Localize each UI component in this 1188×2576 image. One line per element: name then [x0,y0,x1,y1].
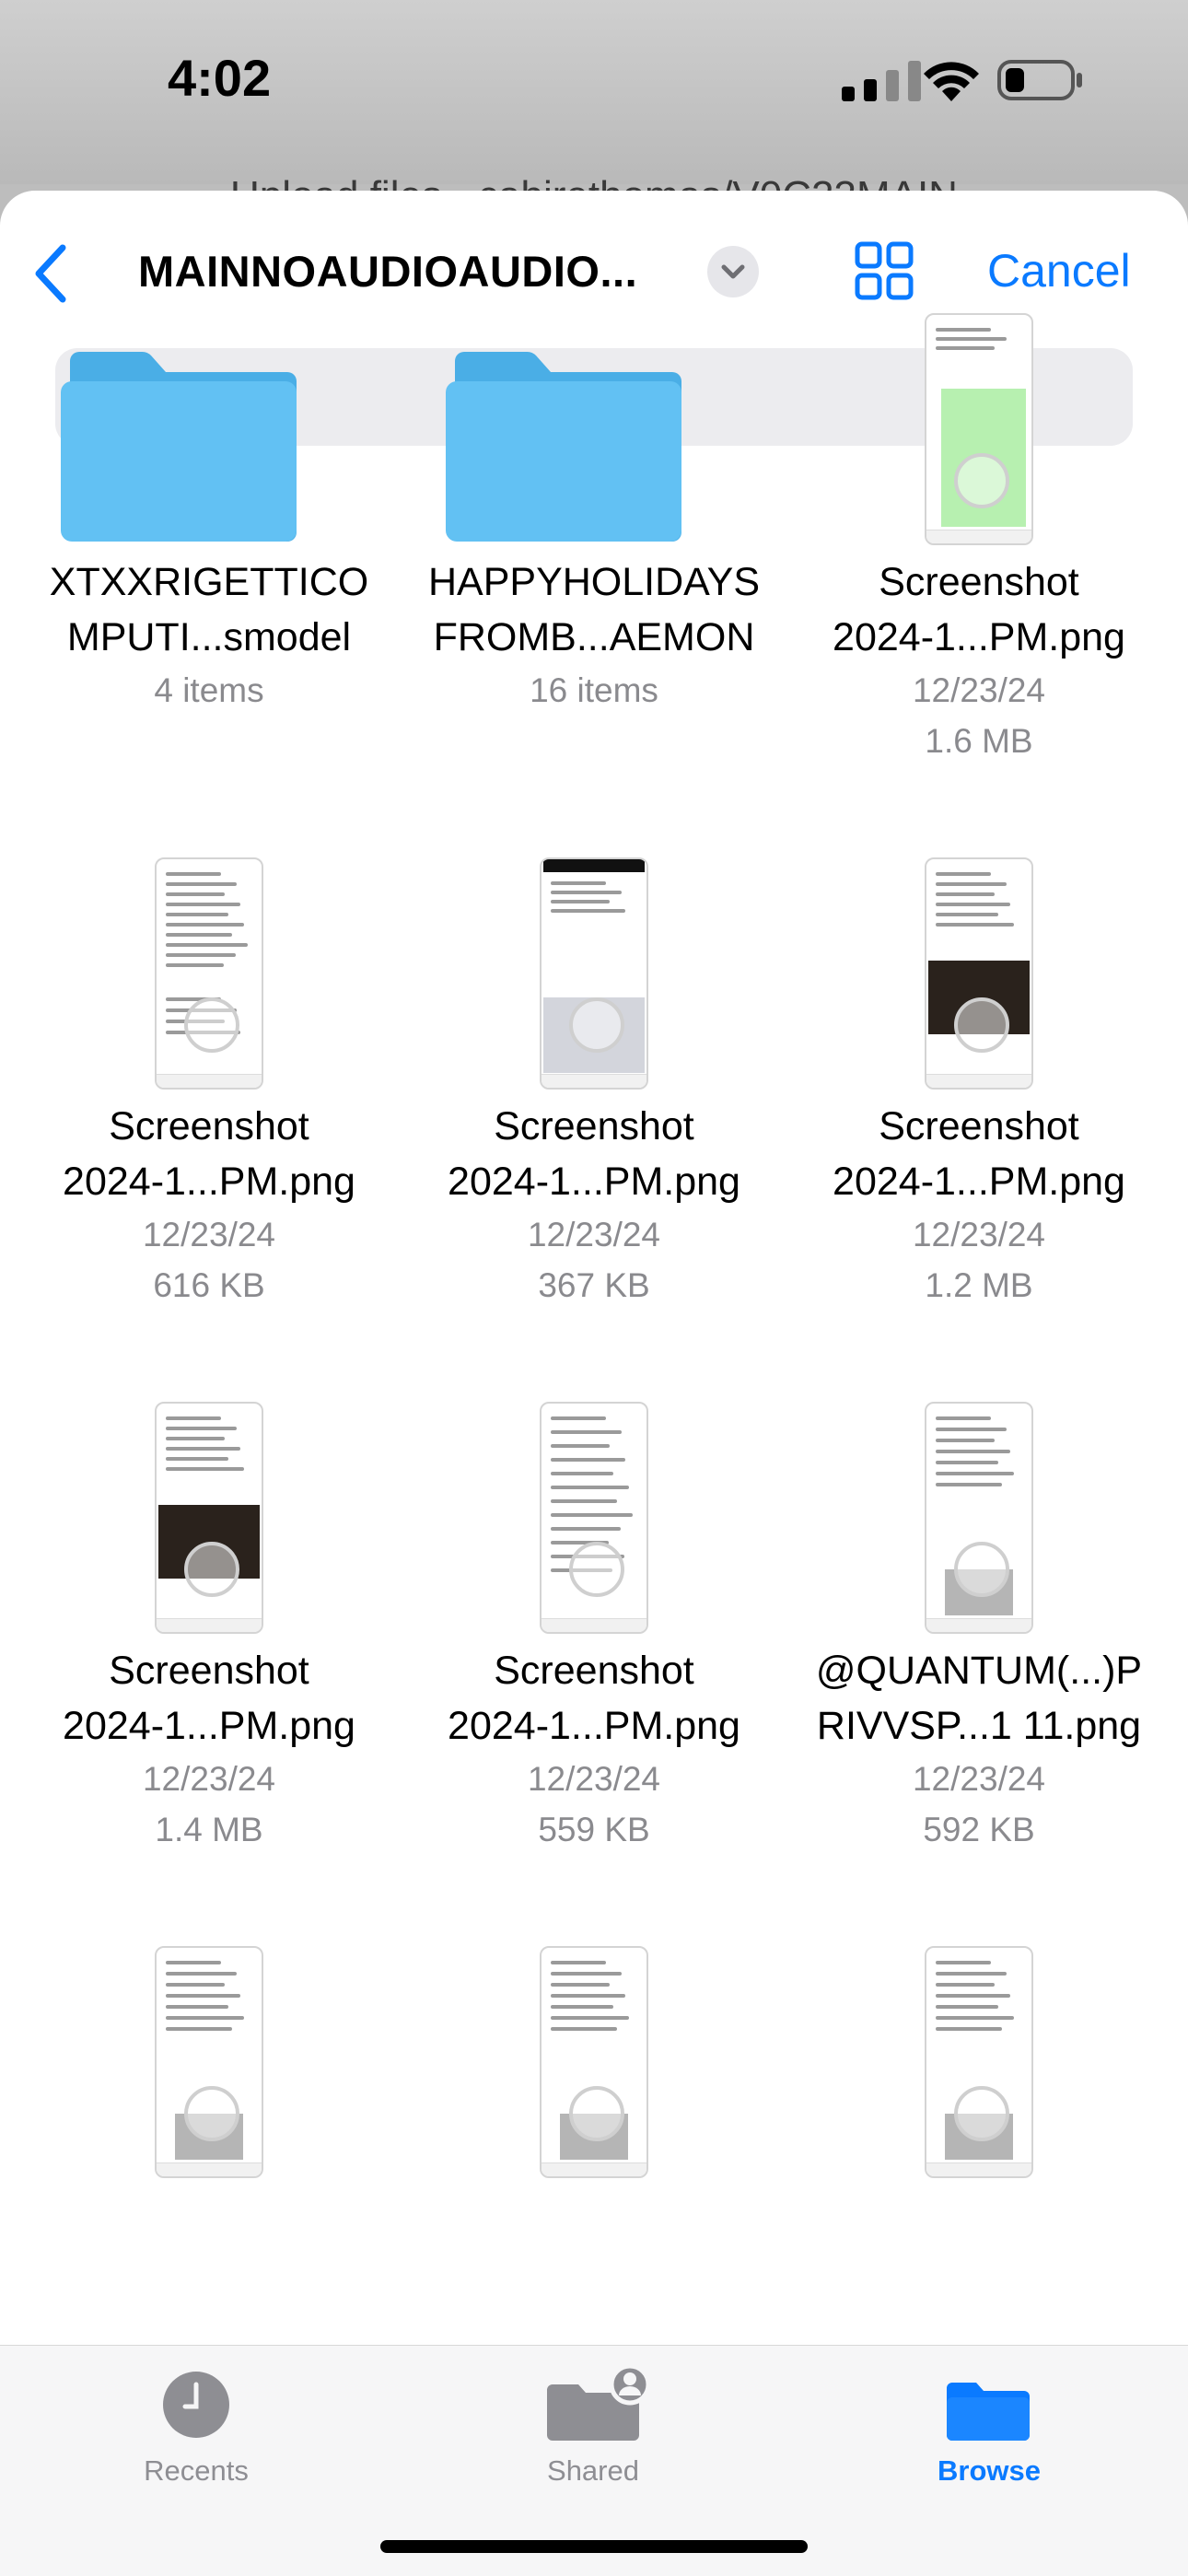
item-date: 12/23/24 [912,1760,1046,1798]
item-date: 12/23/24 [142,1760,276,1798]
clock-icon [163,2372,229,2438]
tab-browse[interactable]: Browse [869,2362,1109,2488]
battery-icon [997,60,1082,100]
item-name-line2: RIVVSP...1 11.png [816,1704,1142,1748]
shared-folder-icon [547,2363,651,2441]
file-thumbnail [540,857,648,1090]
item-name-line1: Screenshot [109,1649,309,1693]
status-bar: 4:02 Upload files - cabirethomas/V0C23MA… [0,0,1188,218]
item-size: 616 KB [153,1266,265,1304]
item-date: 12/23/24 [527,1216,661,1253]
folder-icon [446,352,681,542]
item-name-line2: 2024-1...PM.png [448,1160,740,1204]
file-item[interactable] [17,1939,402,2187]
item-date: 12/23/24 [527,1760,661,1798]
home-indicator [380,2540,808,2553]
file-thumbnail [155,1402,263,1634]
item-size: 559 KB [538,1811,650,1848]
item-size: 1.2 MB [925,1266,1033,1304]
grid-view-icon[interactable] [852,239,916,303]
file-thumbnail [925,313,1033,545]
folder-item[interactable]: XTXXRIGETTICO MPUTI...smodel 4 items [17,306,402,716]
tab-shared[interactable]: Shared [473,2362,713,2488]
item-date: 12/23/24 [142,1216,276,1253]
file-item[interactable] [402,1939,786,2187]
file-thumbnail [540,1402,648,1634]
file-item[interactable]: Screenshot 2024-1...PM.png 12/23/24 1.6 MB [786,306,1171,766]
folder-icon [61,352,297,542]
tab-label: Recents [144,2454,249,2487]
item-size: 1.6 MB [925,722,1033,760]
item-name-line2: 2024-1...PM.png [448,1704,740,1748]
file-item[interactable]: Screenshot 2024-1...PM.png 12/23/24 616 KB [17,850,402,1311]
status-time: 4:02 [168,49,272,107]
cellular-signal-icon [842,61,921,101]
file-picker-sheet: MAINNOAUDIOAUDIO... Cancel XTXXRIGETTICO… [0,191,1188,2575]
item-name-line1: Screenshot [494,1104,694,1148]
file-item[interactable]: Screenshot 2024-1...PM.png 12/23/24 367 KB [402,850,786,1311]
chevron-down-icon [721,264,745,279]
file-thumbnail [540,1946,648,2178]
folder-title[interactable]: MAINNOAUDIOAUDIO... [138,246,637,297]
item-size: 1.4 MB [155,1811,263,1848]
item-size: 592 KB [923,1811,1035,1848]
item-name-line1: XTXXRIGETTICO [49,560,369,604]
item-date: 12/23/24 [912,671,1046,709]
file-thumbnail [925,857,1033,1090]
file-thumbnail [925,1946,1033,2178]
file-item[interactable]: Screenshot 2024-1...PM.png 12/23/24 1.2 MB [786,850,1171,1311]
item-date: 4 items [154,671,264,709]
tab-label: Browse [938,2454,1041,2487]
cancel-button[interactable]: Cancel [987,244,1131,297]
file-item[interactable] [786,1939,1171,2187]
item-name-line1: Screenshot [494,1649,694,1693]
tab-recents[interactable]: Recents [76,2362,316,2488]
folder-menu-button[interactable] [707,246,759,297]
back-chevron-icon[interactable] [26,239,77,309]
file-item[interactable]: Screenshot 2024-1...PM.png 12/23/24 1.4 MB [17,1394,402,1855]
item-size: 367 KB [538,1266,650,1304]
item-date: 12/23/24 [912,1216,1046,1253]
tab-label: Shared [547,2454,639,2487]
item-name-line2: 2024-1...PM.png [833,1160,1125,1204]
file-item[interactable]: Screenshot 2024-1...PM.png 12/23/24 559 KB [402,1394,786,1855]
item-date: 16 items [530,671,658,709]
item-name-line2: 2024-1...PM.png [63,1704,355,1748]
folder-item[interactable]: HAPPYHOLIDAYS FROMB...AEMON 16 items [402,306,786,716]
item-name-line1: Screenshot [879,560,1079,604]
item-name-line1: Screenshot [879,1104,1079,1148]
file-item[interactable]: @QUANTUM(...)P RIVVSP...1 11.png 12/23/24 5… [786,1394,1171,1855]
file-thumbnail [925,1402,1033,1634]
item-name-line2: MPUTI...smodel [66,615,352,659]
file-thumbnail [155,857,263,1090]
file-thumbnail [155,1946,263,2178]
item-name-line1: @QUANTUM(...)P [815,1649,1143,1693]
item-name-line2: 2024-1...PM.png [833,615,1125,659]
wifi-icon [924,62,979,101]
item-name-line2: FROMB...AEMON [433,615,755,659]
item-name-line2: 2024-1...PM.png [63,1160,355,1204]
folder-icon [947,2383,1030,2441]
item-name-line1: Screenshot [109,1104,309,1148]
item-name-line1: HAPPYHOLIDAYS [427,560,761,604]
